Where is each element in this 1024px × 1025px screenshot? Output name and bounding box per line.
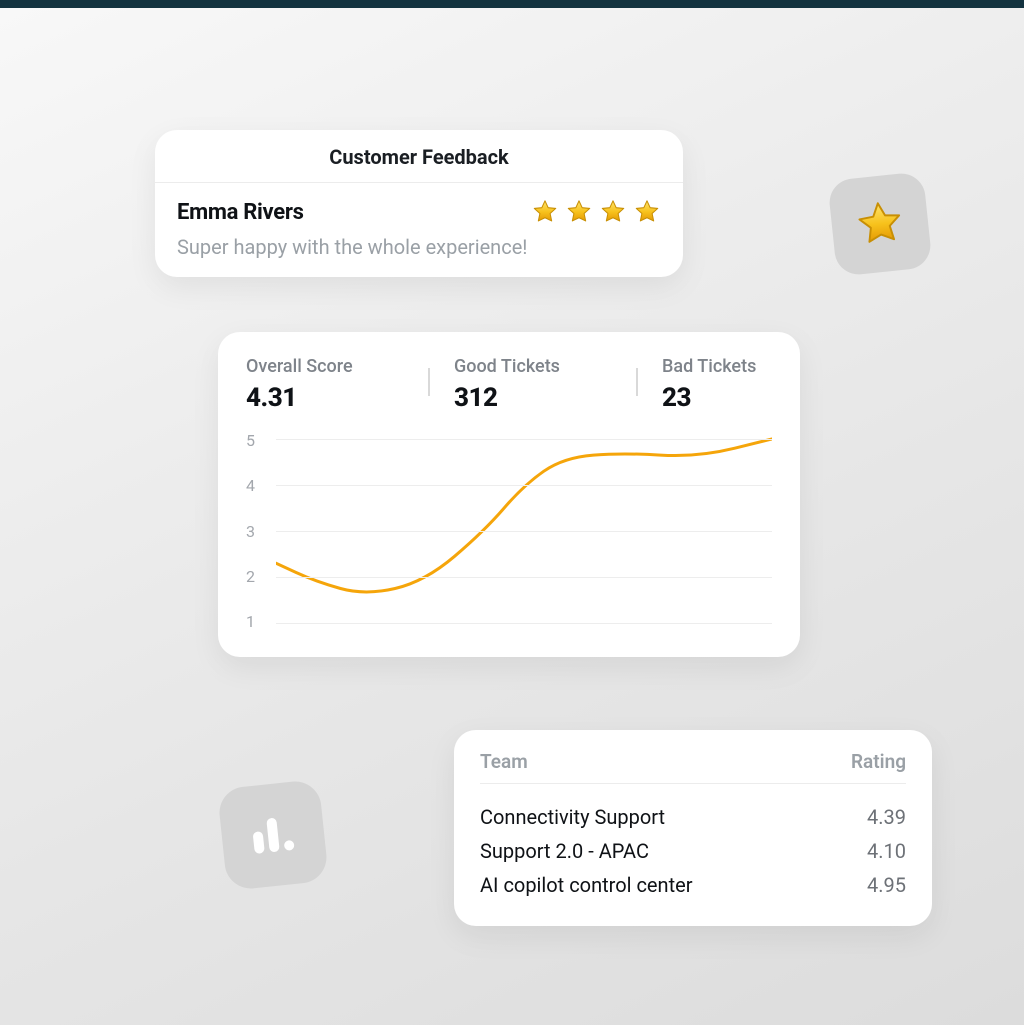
team-name: Connectivity Support: [480, 805, 665, 829]
team-name: AI copilot control center: [480, 873, 693, 897]
metric-good-tickets: Good Tickets 312: [454, 356, 586, 413]
team-rating: 4.10: [867, 839, 906, 863]
metric-label: Overall Score: [246, 356, 356, 377]
star-icon: [599, 198, 627, 226]
star-icon: [851, 195, 908, 252]
metric-label: Bad Tickets: [662, 356, 772, 377]
feedback-star-rating: [531, 198, 661, 226]
gridline: [276, 577, 772, 578]
score-trend-chart: 5 4 3 2 1: [246, 431, 772, 631]
score-metrics-card: Overall Score 4.31 Good Tickets 312 Bad …: [218, 332, 800, 657]
feedback-customer-name: Emma Rivers: [177, 200, 304, 225]
metric-label: Good Tickets: [454, 356, 564, 377]
divider: [428, 368, 430, 396]
team-row: Connectivity Support 4.39: [480, 800, 906, 834]
star-icon: [565, 198, 593, 226]
gridline: [276, 623, 772, 624]
metric-value: 23: [662, 383, 772, 413]
feedback-comment: Super happy with the whole experience!: [177, 235, 661, 259]
y-tick-label: 2: [246, 567, 270, 586]
team-name: Support 2.0 - APAC: [480, 839, 649, 863]
team-ratings-card: Team Rating Connectivity Support 4.39 Supp…: [454, 730, 932, 926]
gridline: [276, 439, 772, 440]
metric-overall-score: Overall Score 4.31: [246, 356, 378, 413]
y-tick-label: 5: [246, 431, 270, 450]
y-tick-label: 4: [246, 476, 270, 495]
metric-value: 312: [454, 383, 564, 413]
divider: [636, 368, 638, 396]
customer-feedback-card: Customer Feedback Emma Rivers: [155, 130, 683, 277]
metric-bad-tickets: Bad Tickets 23: [662, 356, 772, 413]
star-badge: [827, 171, 933, 277]
metric-value: 4.31: [246, 383, 356, 413]
feedback-card-title: Customer Feedback: [155, 130, 683, 183]
window-topbar: [0, 0, 1024, 8]
star-icon: [531, 198, 559, 226]
team-rating: 4.39: [867, 805, 906, 829]
y-tick-label: 3: [246, 522, 270, 541]
team-row: Support 2.0 - APAC 4.10: [480, 834, 906, 868]
bar-chart-badge: [217, 779, 329, 891]
star-icon: [633, 198, 661, 226]
gridline: [276, 531, 772, 532]
teams-header-rating: Rating: [851, 750, 906, 773]
y-tick-label: 1: [246, 612, 270, 631]
gridline: [276, 485, 772, 486]
teams-header-team: Team: [480, 750, 528, 773]
team-rating: 4.95: [867, 873, 906, 897]
team-row: AI copilot control center 4.95: [480, 868, 906, 902]
bar-chart-icon: [251, 816, 294, 854]
